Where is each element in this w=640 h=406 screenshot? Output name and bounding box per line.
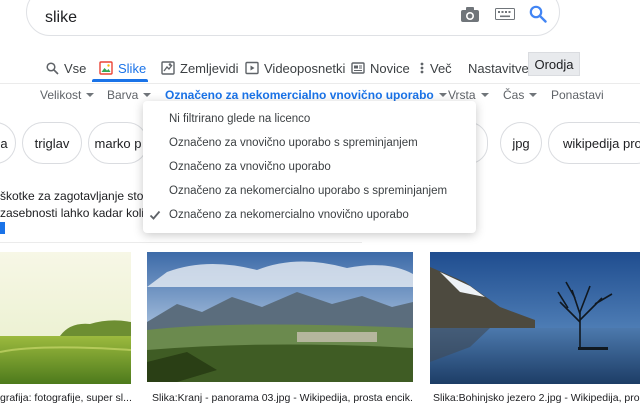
- tab-label: Vse: [64, 60, 87, 76]
- tab-label: Nastavitve: [468, 60, 529, 76]
- tab-videos[interactable]: Videoposnetki: [244, 56, 345, 80]
- dropdown-option-selected[interactable]: Označeno za nekomercialno vnovično upora…: [143, 203, 476, 227]
- tab-news[interactable]: Novice: [350, 56, 410, 80]
- option-label: Ni filtrirano glede na licenco: [169, 113, 311, 125]
- result-caption[interactable]: Slika:Bohinjsko jezero 2.jpg - Wikipedij…: [433, 392, 640, 404]
- more-vertical-icon: [418, 60, 426, 76]
- play-icon: [244, 60, 260, 76]
- filter-label: Velikost: [40, 88, 82, 102]
- tab-settings[interactable]: Nastavitve: [468, 56, 529, 80]
- chevron-down-icon: [86, 93, 95, 97]
- related-chip[interactable]: wikipedija prost: [548, 122, 640, 164]
- search-icon: [44, 60, 60, 76]
- filter-label: Vrsta: [448, 88, 476, 102]
- consent-notice: škotke za zagotavljanje storite zasebnos…: [0, 188, 160, 222]
- news-icon: [350, 60, 366, 76]
- result-thumbnail[interactable]: [0, 252, 131, 384]
- related-chip[interactable]: a: [0, 122, 16, 164]
- search-input[interactable]: slike: [45, 9, 77, 27]
- tools-button[interactable]: Orodja: [528, 52, 580, 76]
- option-label: Označeno za vnovično uporabo s spreminja…: [169, 137, 418, 149]
- result-caption[interactable]: Slika:Kranj - panorama 03.jpg - Wikipedi…: [152, 392, 413, 404]
- filter-usage-rights[interactable]: Označeno za nekomercialno vnovično upora…: [165, 88, 447, 102]
- chevron-down-icon: [480, 93, 489, 97]
- dropdown-option[interactable]: Označeno za vnovično uporabo s spreminja…: [143, 131, 476, 155]
- consent-line: zasebnosti lahko kadar koli p: [0, 206, 155, 220]
- related-chip[interactable]: marko p: [88, 122, 148, 164]
- tab-label: Slike: [118, 60, 147, 76]
- option-label: Označeno za vnovično uporabo: [169, 161, 331, 173]
- tab-label: Novice: [370, 60, 410, 76]
- search-tabs: Vse Slike Zemljevidi Videoposnetki Novic…: [0, 52, 640, 84]
- consent-button[interactable]: [0, 222, 5, 234]
- chevron-down-icon: [143, 93, 152, 97]
- consent-line: škotke za zagotavljanje storite: [0, 189, 161, 203]
- filter-color[interactable]: Barva: [107, 88, 152, 102]
- result-thumbnail[interactable]: [430, 252, 640, 384]
- keyboard-icon[interactable]: [494, 5, 516, 23]
- dropdown-option[interactable]: Označeno za nekomercialno uporabo s spre…: [143, 179, 476, 203]
- tab-more[interactable]: Več: [418, 56, 452, 80]
- related-chip[interactable]: jpg: [500, 122, 542, 164]
- option-label: Označeno za nekomercialno vnovično upora…: [169, 209, 409, 221]
- filter-label: Ponastavi: [551, 88, 604, 102]
- filter-label: Barva: [107, 88, 139, 102]
- related-chip[interactable]: triglav: [22, 122, 82, 164]
- usage-rights-dropdown: Ni filtrirano glede na licenco Označeno …: [143, 101, 476, 233]
- search-icon[interactable]: [527, 5, 549, 23]
- chevron-down-icon: [438, 93, 447, 97]
- filter-label: Čas: [503, 88, 525, 102]
- divider: [0, 242, 362, 243]
- active-tab-indicator: [92, 79, 148, 82]
- tab-label: Videoposnetki: [264, 60, 346, 76]
- tab-maps[interactable]: Zemljevidi: [160, 56, 239, 80]
- chevron-down-icon: [529, 93, 538, 97]
- tab-all[interactable]: Vse: [44, 56, 86, 80]
- tab-label: Več: [430, 60, 452, 76]
- result-thumbnail[interactable]: [147, 252, 413, 382]
- checkmark-icon: [149, 209, 161, 221]
- filter-type[interactable]: Vrsta: [448, 88, 489, 102]
- image-icon: [98, 60, 114, 76]
- filter-label: Označeno za nekomercialno vnovično upora…: [165, 88, 434, 102]
- filter-size[interactable]: Velikost: [40, 88, 95, 102]
- camera-icon[interactable]: [459, 5, 481, 23]
- dropdown-option[interactable]: Označeno za vnovično uporabo: [143, 155, 476, 179]
- tab-images[interactable]: Slike: [98, 56, 146, 80]
- search-box[interactable]: slike: [26, 0, 560, 36]
- option-label: Označeno za nekomercialno uporabo s spre…: [169, 185, 448, 197]
- dropdown-option[interactable]: Ni filtrirano glede na licenco: [143, 107, 476, 131]
- tab-label: Zemljevidi: [180, 60, 239, 76]
- filter-time[interactable]: Čas: [503, 88, 538, 102]
- result-caption[interactable]: grafija: fotografije, super sl...: [0, 392, 131, 404]
- filter-reset[interactable]: Ponastavi: [551, 88, 604, 102]
- map-icon: [160, 60, 176, 76]
